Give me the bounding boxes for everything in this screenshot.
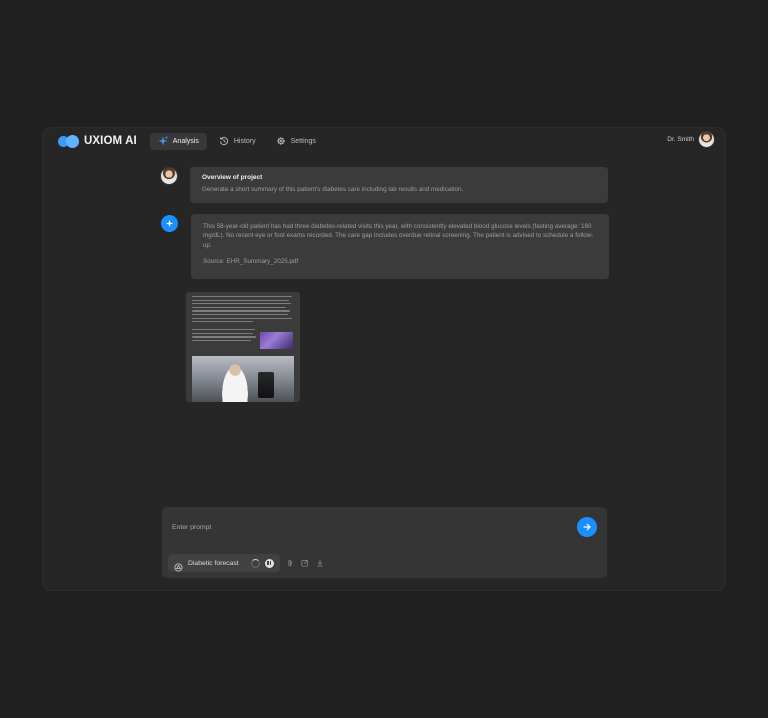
answer-text: This 58-year-old patient has had three d… (203, 223, 594, 249)
send-button[interactable] (577, 517, 597, 537)
document-image-small (260, 332, 293, 349)
tab-analysis[interactable]: Analysis (149, 132, 207, 150)
ai-message: This 58-year-old patient has had three d… (161, 214, 609, 279)
app-window: UXIOM AI Analysis History Settings Dr. S… (43, 128, 725, 590)
brand-name: UXIOM AI (84, 135, 137, 147)
question-title: Overview of project (202, 174, 263, 181)
loading-spinner-icon (250, 558, 260, 568)
brand-logo[interactable]: UXIOM AI (58, 134, 137, 148)
user-name: Dr. Smith (667, 136, 694, 143)
document-image-lab (192, 356, 294, 402)
model-icon (174, 559, 183, 572)
pause-icon[interactable] (264, 558, 274, 568)
download-icon[interactable] (315, 558, 325, 568)
avatar (698, 131, 715, 148)
attach-icon[interactable] (285, 558, 295, 568)
user-avatar (160, 167, 178, 185)
ai-sparkle-icon (161, 215, 178, 232)
question-text: Generate a short summary of this patient… (202, 186, 464, 193)
tab-history-label: History (233, 137, 256, 145)
answer-source[interactable]: Source: EHR_Summary_2025.pdf (203, 258, 597, 265)
tab-history[interactable]: History (211, 133, 264, 150)
prompt-composer: Diabetic forecast (162, 507, 607, 578)
user-message: Overview of project Generate a short sum… (160, 167, 608, 203)
history-icon (219, 136, 229, 146)
prompt-input[interactable] (172, 519, 552, 535)
main-nav: Analysis History Settings (149, 132, 324, 150)
user-menu[interactable]: Dr. Smith (667, 131, 715, 148)
question-bubble: Overview of project Generate a short sum… (190, 167, 608, 203)
diabetic-forecast-chip[interactable]: Diabetic forecast (168, 554, 280, 572)
logo-icon (58, 134, 79, 148)
arrow-right-icon (583, 523, 591, 531)
tab-analysis-label: Analysis (172, 137, 199, 145)
document-thumbnail[interactable] (186, 292, 300, 402)
edit-icon[interactable] (300, 558, 310, 568)
sparkle-icon (158, 136, 168, 146)
gear-icon (276, 136, 286, 146)
tab-settings[interactable]: Settings (268, 133, 324, 150)
top-bar: UXIOM AI Analysis History Settings Dr. S… (43, 128, 725, 154)
answer-bubble: This 58-year-old patient has had three d… (191, 214, 609, 279)
chip-label: Diabetic forecast (188, 559, 239, 567)
tab-settings-label: Settings (290, 137, 316, 145)
composer-toolbar: Diabetic forecast (168, 554, 325, 572)
